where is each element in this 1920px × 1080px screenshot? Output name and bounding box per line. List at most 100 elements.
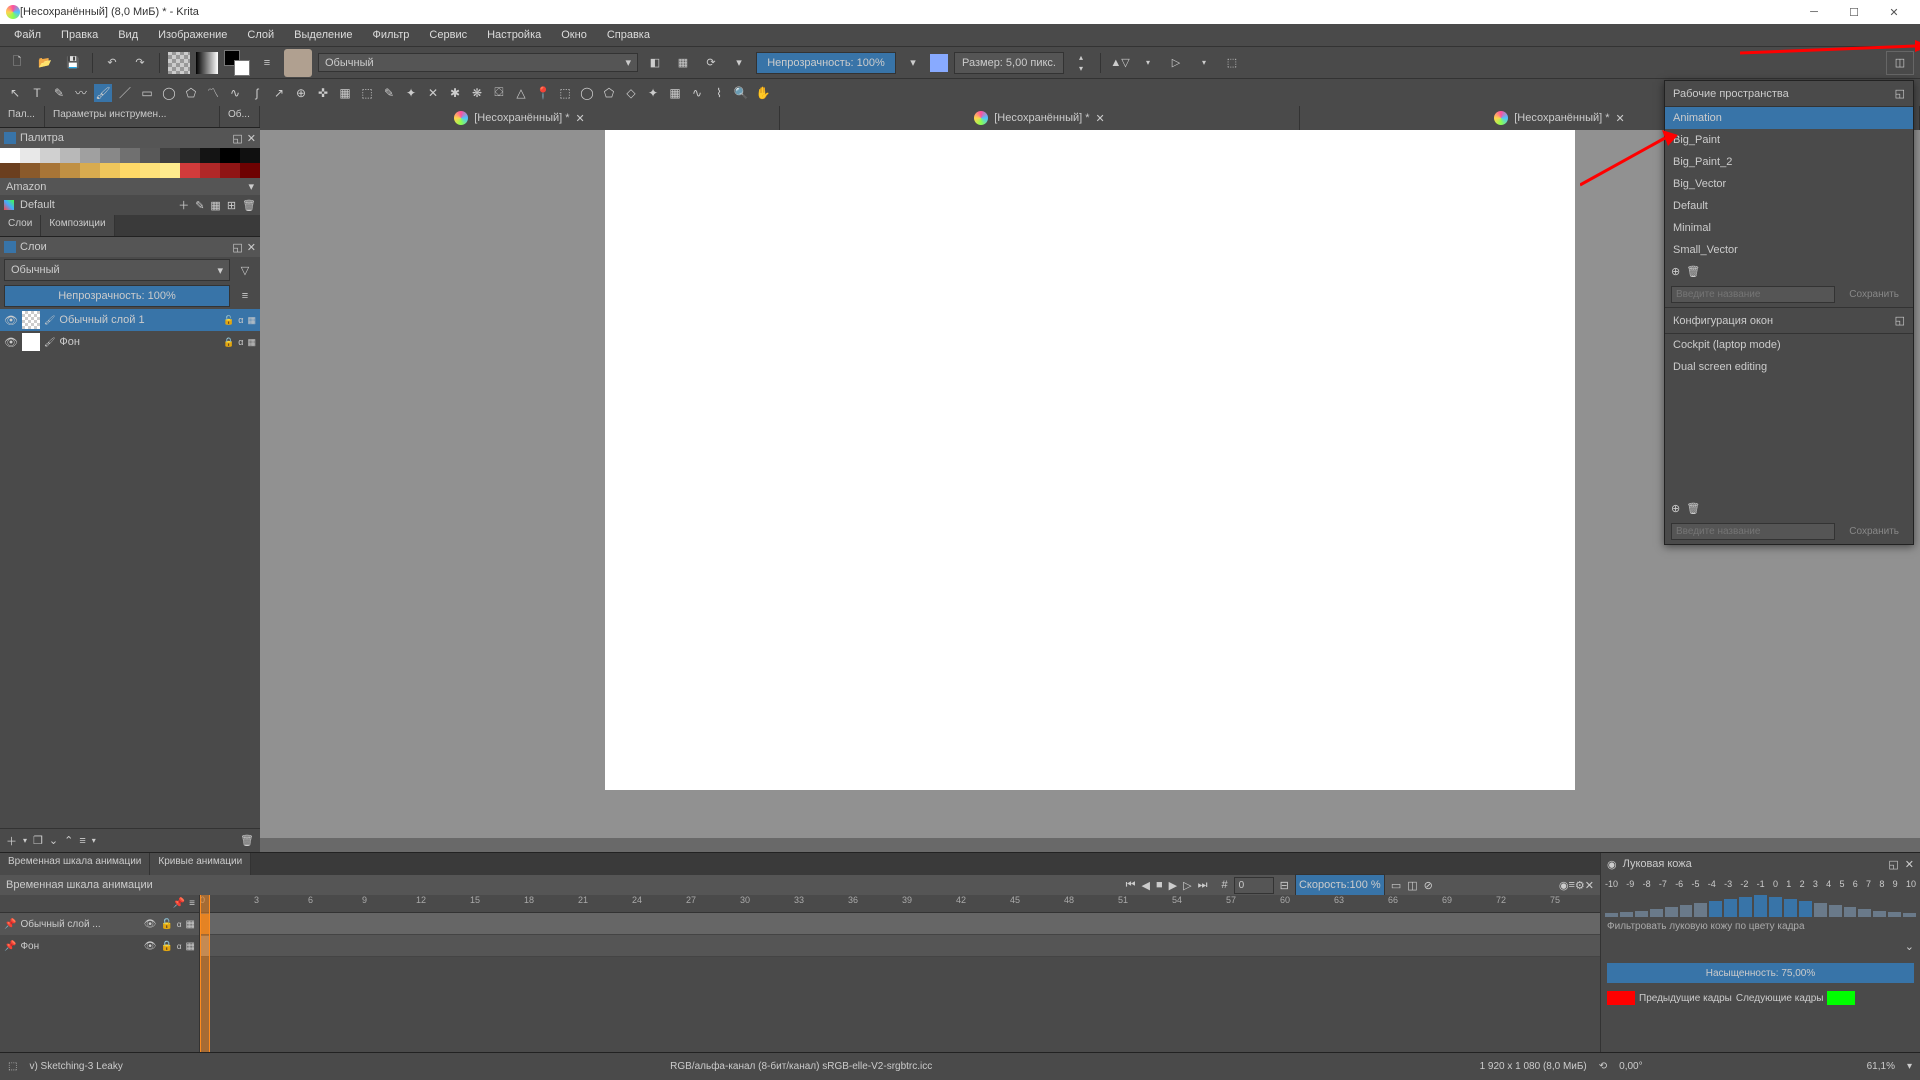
grid2-icon[interactable]: ⊞ — [227, 199, 236, 212]
menu-image[interactable]: Изображение — [150, 27, 235, 43]
wrap-icon[interactable]: ▾ — [728, 52, 750, 74]
mirror-v-icon[interactable]: ▷ — [1165, 52, 1187, 74]
onion-bar[interactable] — [1739, 897, 1752, 917]
edit-shapes-icon[interactable]: ✎ — [380, 84, 398, 102]
sel-poly-icon[interactable]: ⬠ — [600, 84, 618, 102]
add-swatch-icon[interactable]: ＋ — [178, 197, 189, 213]
open-file-icon[interactable]: 📂 — [34, 52, 56, 74]
workspace-item[interactable]: Big_Vector — [1665, 173, 1913, 195]
pattern-swatch[interactable] — [168, 52, 190, 74]
layer-blend-dropdown[interactable]: Обычный▾ — [4, 259, 230, 281]
menu-icon[interactable]: ≡ — [189, 898, 195, 909]
mirror-h-drop-icon[interactable]: ▾ — [1137, 52, 1159, 74]
palette-swatches[interactable] — [0, 148, 260, 178]
save-file-icon[interactable]: 💾 — [62, 52, 84, 74]
swatch[interactable] — [40, 163, 60, 178]
swatch[interactable] — [220, 163, 240, 178]
minimize-button[interactable]: ─ — [1794, 0, 1834, 24]
winconfig-item[interactable]: Dual screen editing — [1665, 356, 1913, 378]
close-button[interactable]: ✕ — [1874, 0, 1914, 24]
anim-settings4-icon[interactable]: ⚙ — [1575, 879, 1585, 892]
workspace-item[interactable]: Big_Paint_2 — [1665, 151, 1913, 173]
tab-layers[interactable]: Слои — [0, 215, 41, 236]
onion-bar[interactable] — [1724, 899, 1737, 917]
tab-palette[interactable]: Пал... — [0, 106, 45, 127]
fill-tool-icon[interactable]: ⛋ — [490, 84, 508, 102]
workspace-name-input[interactable] — [1671, 286, 1835, 303]
swatch[interactable] — [120, 163, 140, 178]
layer-row-1[interactable]: 👁 🖌 Обычный слой 1 🔓 α ▦ — [0, 309, 260, 331]
menu-file[interactable]: Файл — [6, 27, 49, 43]
size-slider[interactable]: Размер: 5,00 пикс. — [954, 52, 1064, 74]
size-down-icon[interactable]: ▾ — [1070, 63, 1092, 74]
close-tab-icon[interactable]: ✕ — [1616, 112, 1625, 125]
swatch[interactable] — [20, 163, 40, 178]
swatch[interactable] — [140, 148, 160, 163]
tl-layer-2[interactable]: 📌Фон 👁🔒α▦ — [0, 935, 199, 957]
vis-icon[interactable]: 👁 — [144, 941, 157, 952]
rect-tool-icon[interactable]: ▭ — [138, 84, 156, 102]
next-color-swatch[interactable] — [1827, 991, 1855, 1005]
redo-icon[interactable]: ↷ — [129, 52, 151, 74]
menu-tools[interactable]: Сервис — [421, 27, 475, 43]
opacity-dropdown-icon[interactable]: ▾ — [902, 52, 924, 74]
menu-filter[interactable]: Фильтр — [364, 27, 417, 43]
swatch[interactable] — [240, 148, 260, 163]
wp-delete-icon[interactable]: 🗑 — [1686, 265, 1700, 278]
onion-bar[interactable] — [1650, 909, 1663, 917]
swatch[interactable] — [0, 148, 20, 163]
undo-icon[interactable]: ↶ — [101, 52, 123, 74]
brush-tool-icon[interactable]: 🖌 — [94, 84, 112, 102]
anim-settings2-icon[interactable]: ◫ — [1407, 879, 1417, 892]
onion-bar[interactable] — [1680, 905, 1693, 917]
onion-bar[interactable] — [1784, 899, 1797, 917]
multibrush-icon[interactable]: ⊕ — [292, 84, 310, 102]
freehand-tool-icon[interactable]: ʃ — [248, 84, 266, 102]
menu-layer[interactable]: Слой — [239, 27, 282, 43]
zoom-drop-icon[interactable]: ▾ — [1907, 1061, 1912, 1072]
lock-icon[interactable]: 🔒 — [223, 337, 234, 348]
maximize-button[interactable]: ☐ — [1834, 0, 1874, 24]
wp-new2-icon[interactable]: ⊕ — [1671, 502, 1680, 515]
pan-tool-icon[interactable]: ✋ — [754, 84, 772, 102]
mirror-h-icon[interactable]: ▲▽ — [1109, 52, 1131, 74]
inherit-icon[interactable]: ▦ — [247, 315, 256, 326]
prev-frame-icon[interactable]: ◀ — [1142, 879, 1150, 892]
winconfig-item[interactable]: Cockpit (laptop mode) — [1665, 334, 1913, 356]
zoom-level[interactable]: 61,1% — [1867, 1061, 1895, 1072]
gradient-tool-icon[interactable]: ✕ — [424, 84, 442, 102]
colorize-icon[interactable]: ❋ — [468, 84, 486, 102]
workspace-item[interactable]: Animation — [1665, 107, 1913, 129]
anim-close-icon[interactable]: ✕ — [1585, 879, 1594, 892]
swatch[interactable] — [100, 163, 120, 178]
swatch[interactable] — [160, 163, 180, 178]
stop-icon[interactable]: ■ — [1156, 879, 1163, 891]
size-up-icon[interactable]: ▴ — [1070, 52, 1092, 63]
menu-select[interactable]: Выделение — [286, 27, 360, 43]
palette-preset-label[interactable]: Default — [20, 199, 55, 211]
pin-icon[interactable]: 📌 — [173, 898, 185, 909]
doc-tab-1[interactable]: [Несохранённый] *✕ — [260, 106, 780, 130]
layer-menu-icon[interactable]: ≡ — [234, 285, 256, 307]
alpha-lock-icon[interactable]: ▦ — [672, 52, 694, 74]
tab-overview[interactable]: Об... — [220, 106, 260, 127]
play-icon[interactable]: ▶ — [1169, 879, 1177, 892]
swatch[interactable] — [160, 148, 180, 163]
calligraphy-tool-icon[interactable]: 〰 — [72, 84, 90, 102]
next-frame-icon[interactable]: ▷ — [1183, 879, 1191, 892]
opacity-slider[interactable]: Непрозрачность: 100% — [756, 52, 896, 74]
workspace-item[interactable]: Minimal — [1665, 217, 1913, 239]
onion-bar[interactable] — [1814, 903, 1827, 917]
crop-tool-icon[interactable]: ✜ — [314, 84, 332, 102]
sel-contig-icon[interactable]: ✦ — [644, 84, 662, 102]
transform2-icon[interactable]: ▦ — [336, 84, 354, 102]
frame-input[interactable] — [1234, 877, 1274, 894]
onion-icon[interactable]: ◉ — [1559, 879, 1569, 892]
onion-bar[interactable] — [1665, 907, 1678, 917]
close-tab-icon[interactable]: ✕ — [1096, 112, 1105, 125]
speed-slider[interactable]: Скорость:100 % — [1295, 874, 1385, 896]
menu-settings[interactable]: Настройка — [479, 27, 549, 43]
grid1-icon[interactable]: ▦ — [210, 199, 220, 212]
blend-mode-dropdown[interactable]: Обычный▾ — [318, 53, 638, 72]
menu-window[interactable]: Окно — [553, 27, 595, 43]
